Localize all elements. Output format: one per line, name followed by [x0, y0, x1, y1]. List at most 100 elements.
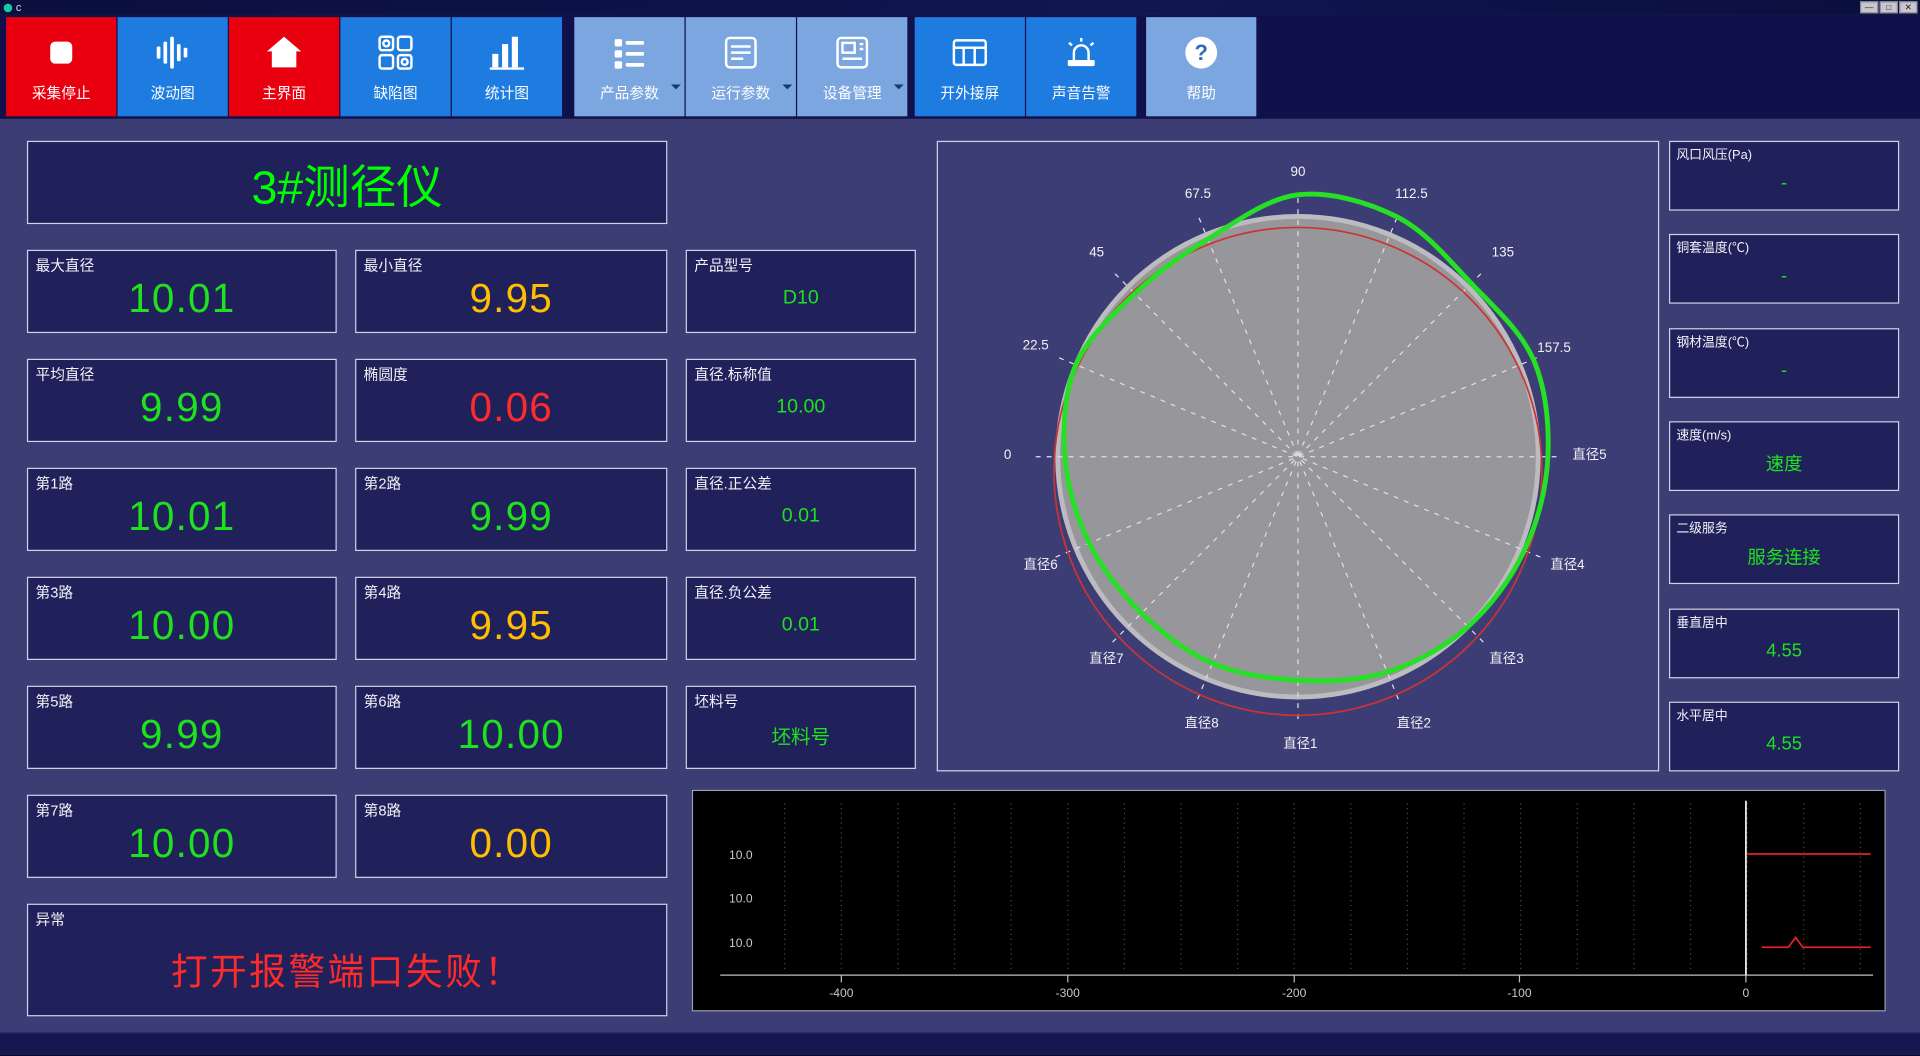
cell-value: 10.01 [128, 493, 236, 539]
cell-path-1: 第1路 10.01 [26, 467, 337, 552]
trend-chart: 10.0 10.0 10.0 -400 -300 -200 -100 0 [720, 800, 1874, 1000]
cell-label: 第5路 [35, 693, 74, 711]
cell-label: 椭圆度 [363, 366, 408, 384]
cell-label: 第4路 [363, 584, 402, 602]
cell-label: 直径.正公差 [694, 475, 772, 493]
window-title: c [15, 1, 22, 14]
gauge-title-box: 3#测径仪 [26, 140, 668, 225]
toolbar-button-label: 运行参数 [711, 83, 771, 102]
rbox-label: 垂直居中 [1676, 615, 1728, 631]
rbox-label: 水平居中 [1676, 708, 1728, 724]
cell-path-8: 第8路 0.00 [355, 794, 668, 878]
help-button[interactable]: ? 帮助 [1146, 17, 1257, 117]
diameter-label: 直径8 [1184, 716, 1218, 731]
svg-text:?: ? [1194, 39, 1207, 64]
alarm-message: 打开报警端口失败！ [170, 952, 524, 994]
angle-label: 45 [1089, 245, 1104, 260]
status-bar [0, 1032, 1920, 1056]
toolbar-button-label: 产品参数 [599, 83, 659, 102]
cell-label: 最大直径 [35, 257, 95, 275]
chevron-down-icon [782, 84, 793, 94]
product-params-icon [614, 38, 645, 68]
toolbar-button-label: 主界面 [262, 83, 307, 102]
cell-plus-tolerance: 直径.正公差 0.01 [685, 467, 916, 552]
cell-label: 第7路 [35, 802, 74, 820]
alarm-label: 异常 [35, 911, 65, 929]
rbox-label: 铜套温度(℃) [1676, 241, 1750, 257]
angle-label: 67.5 [1185, 186, 1211, 201]
alarm-box: 异常 打开报警端口失败！ [26, 903, 668, 1017]
x-axis-label: -300 [1056, 986, 1080, 1000]
tuyere-pressure-box: 风口风压(Pa) - [1668, 140, 1900, 211]
cell-path-7: 第7路 10.00 [26, 794, 337, 878]
run-params-button[interactable]: 运行参数 [685, 17, 796, 117]
cell-label: 平均直径 [35, 366, 95, 384]
cell-label: 坯料号 [694, 693, 739, 711]
rbox-label: 二级服务 [1676, 522, 1728, 537]
cell-label: 第2路 [363, 475, 402, 493]
toolbar-button-label: 统计图 [484, 83, 529, 102]
main-screen-button[interactable]: 主界面 [228, 17, 340, 117]
device-management-button[interactable]: 设备管理 [797, 17, 908, 117]
angle-label: 22.5 [1023, 337, 1049, 352]
angle-label: 112.5 [1395, 186, 1428, 201]
cell-label: 最小直径 [363, 257, 423, 275]
device-panel-icon [836, 36, 869, 68]
toolbar-button-label: 设备管理 [822, 83, 882, 102]
defect-grid-icon [378, 34, 413, 70]
home-icon [266, 36, 302, 67]
toolbar-button-label: 缺陷图 [373, 83, 418, 102]
y-axis-label: 10.0 [729, 848, 753, 862]
maximize-button[interactable]: □ [1879, 1, 1898, 14]
defect-chart-button[interactable]: 缺陷图 [340, 17, 451, 117]
cell-value: 10.00 [457, 711, 565, 757]
cell-nominal-diameter: 直径.标称值 10.00 [685, 358, 916, 443]
diameter-label: 直径6 [1023, 557, 1057, 572]
wave-chart-button[interactable]: 波动图 [117, 17, 228, 117]
app-window: c — □ ✕ 采集停止 波动图 主界面 缺陷图 统计图 产品参数 运行参数 设… [0, 0, 1920, 1056]
close-button[interactable]: ✕ [1899, 1, 1918, 14]
trend-chart-panel: 10.0 10.0 10.0 -400 -300 -200 -100 0 [691, 789, 1886, 1012]
rbox-label: 钢材温度(℃) [1676, 335, 1750, 350]
cell-value: 10.00 [128, 820, 236, 866]
grid-spacer [686, 141, 916, 224]
cell-label: 第1路 [35, 475, 74, 493]
chevron-down-icon [671, 84, 681, 94]
x-axis-label: -400 [829, 986, 853, 1000]
toolbar: 采集停止 波动图 主界面 缺陷图 统计图 产品参数 运行参数 设备管理 开外接屏… [0, 14, 1920, 119]
angle-label: 135 [1492, 245, 1514, 260]
cell-path-4: 第4路 9.95 [355, 576, 668, 661]
level2-service-box: 二级服务 服务连接 [1668, 514, 1900, 585]
polar-profile-panel: 90 67.5 112.5 45 135 22.5 157.5 0 直径5 直径… [936, 140, 1660, 772]
y-axis-label: 10.0 [729, 891, 753, 905]
steel-temp-box: 钢材温度(℃) - [1668, 327, 1900, 398]
toolbar-button-label: 采集停止 [31, 83, 91, 102]
sound-alarm-button[interactable]: 声音告警 [1026, 17, 1137, 117]
gauge-title: 3#测径仪 [251, 162, 443, 214]
statistics-chart-button[interactable]: 统计图 [451, 17, 563, 117]
cell-label: 第6路 [363, 693, 402, 711]
cell-path-2: 第2路 9.99 [355, 467, 668, 552]
diameter-label: 直径2 [1397, 716, 1431, 731]
external-screen-icon [952, 38, 987, 66]
stop-icon [50, 41, 73, 64]
toolbar-button-label: 开外接屏 [940, 83, 1000, 102]
cell-path-5: 第5路 9.99 [26, 685, 337, 769]
toolbar-button-label: 帮助 [1186, 83, 1216, 102]
angle-label: 157.5 [1537, 340, 1571, 355]
cell-value: 0.00 [469, 820, 553, 866]
external-screen-button[interactable]: 开外接屏 [914, 17, 1025, 117]
cell-minus-tolerance: 直径.负公差 0.01 [685, 576, 916, 661]
toolbar-button-label: 声音告警 [1051, 83, 1111, 102]
diameter-label: 直径3 [1489, 651, 1523, 666]
x-axis-ticks [840, 975, 1747, 983]
minimize-button[interactable]: — [1860, 1, 1879, 14]
product-params-button[interactable]: 产品参数 [574, 17, 685, 117]
diameter-label: 直径5 [1572, 447, 1606, 462]
cell-label: 直径.标称值 [694, 366, 772, 384]
cell-billet-number: 坯料号 坯料号 [685, 685, 916, 769]
cell-label: 第3路 [35, 584, 74, 602]
chevron-down-icon [893, 84, 904, 94]
stop-acquisition-button[interactable]: 采集停止 [6, 17, 117, 117]
copper-sleeve-temp-box: 铜套温度(℃) - [1668, 234, 1900, 305]
